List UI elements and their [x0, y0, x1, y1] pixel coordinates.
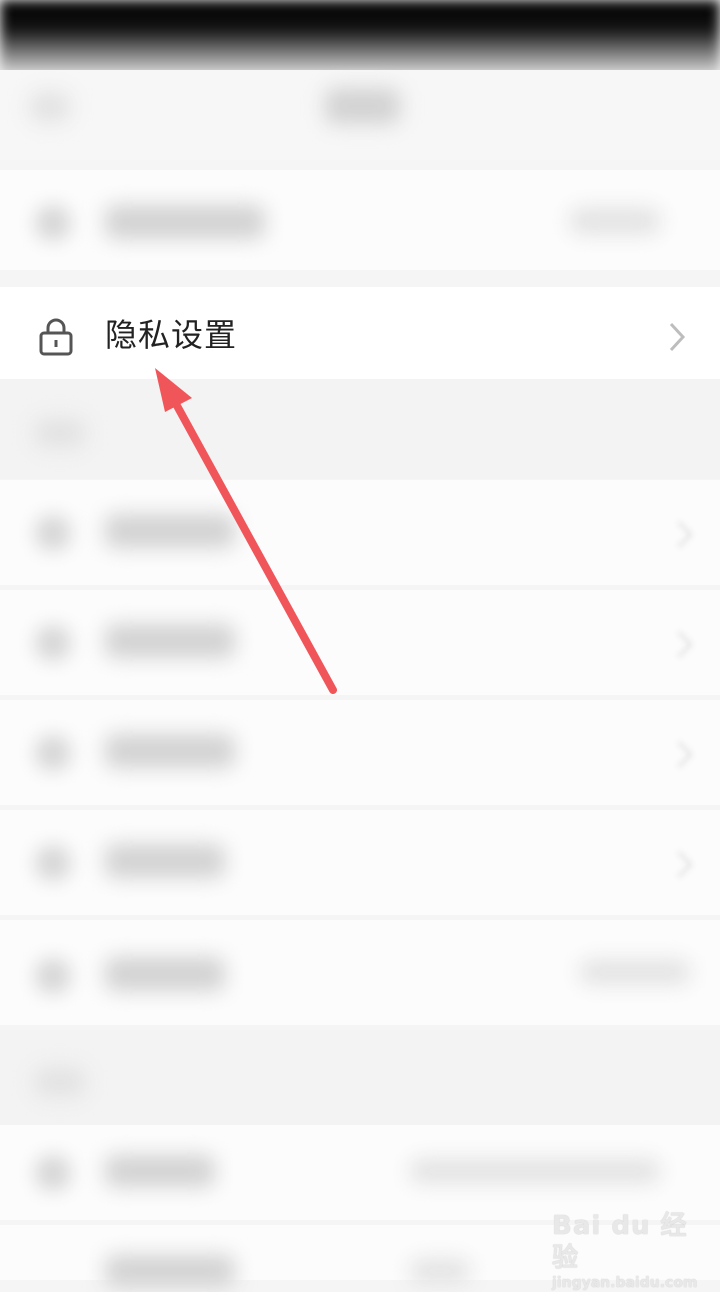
item-label [105, 1155, 215, 1187]
chevron-right-icon [666, 521, 693, 548]
section-header [0, 1030, 720, 1125]
privacy-settings-label: 隐私设置 [105, 316, 238, 354]
item-value [410, 1259, 470, 1283]
item-icon [35, 958, 71, 994]
item-icon [35, 845, 71, 881]
item-label [105, 957, 225, 991]
lock-icon [39, 318, 73, 356]
item-value [410, 1159, 660, 1183]
item-label [105, 1255, 235, 1287]
watermark-line2: jingyan.baidu.com [552, 1275, 698, 1291]
list-item[interactable] [0, 170, 720, 270]
item-icon [35, 1155, 71, 1191]
list-item[interactable] [0, 920, 720, 1025]
back-icon[interactable] [30, 92, 70, 122]
section-title [35, 1068, 85, 1096]
item-icon [35, 515, 71, 551]
item-label [105, 844, 225, 878]
list-item[interactable] [0, 480, 720, 585]
chevron-right-icon [666, 851, 693, 878]
item-label [105, 205, 265, 239]
item-value [580, 960, 690, 984]
chevron-right-icon [666, 631, 693, 658]
title-bar [0, 70, 720, 160]
item-label [105, 734, 235, 768]
chevron-right-icon [669, 322, 686, 352]
section-title [35, 419, 85, 447]
section-header [0, 379, 720, 479]
item-icon [35, 625, 71, 661]
watermark: Bai du 经验 jingyan.baidu.com [552, 1210, 698, 1291]
list-item[interactable] [0, 810, 720, 915]
chevron-right-icon [666, 741, 693, 768]
watermark-line1: Bai du 经验 [552, 1211, 688, 1273]
item-label [105, 514, 235, 548]
list-item[interactable] [0, 700, 720, 805]
item-label [105, 624, 235, 658]
item-icon [35, 205, 71, 241]
status-bar [0, 0, 720, 80]
list-item[interactable] [0, 590, 720, 695]
list-item[interactable] [0, 1125, 720, 1220]
item-value [570, 208, 660, 234]
page-title [325, 88, 400, 124]
item-icon [35, 735, 71, 771]
